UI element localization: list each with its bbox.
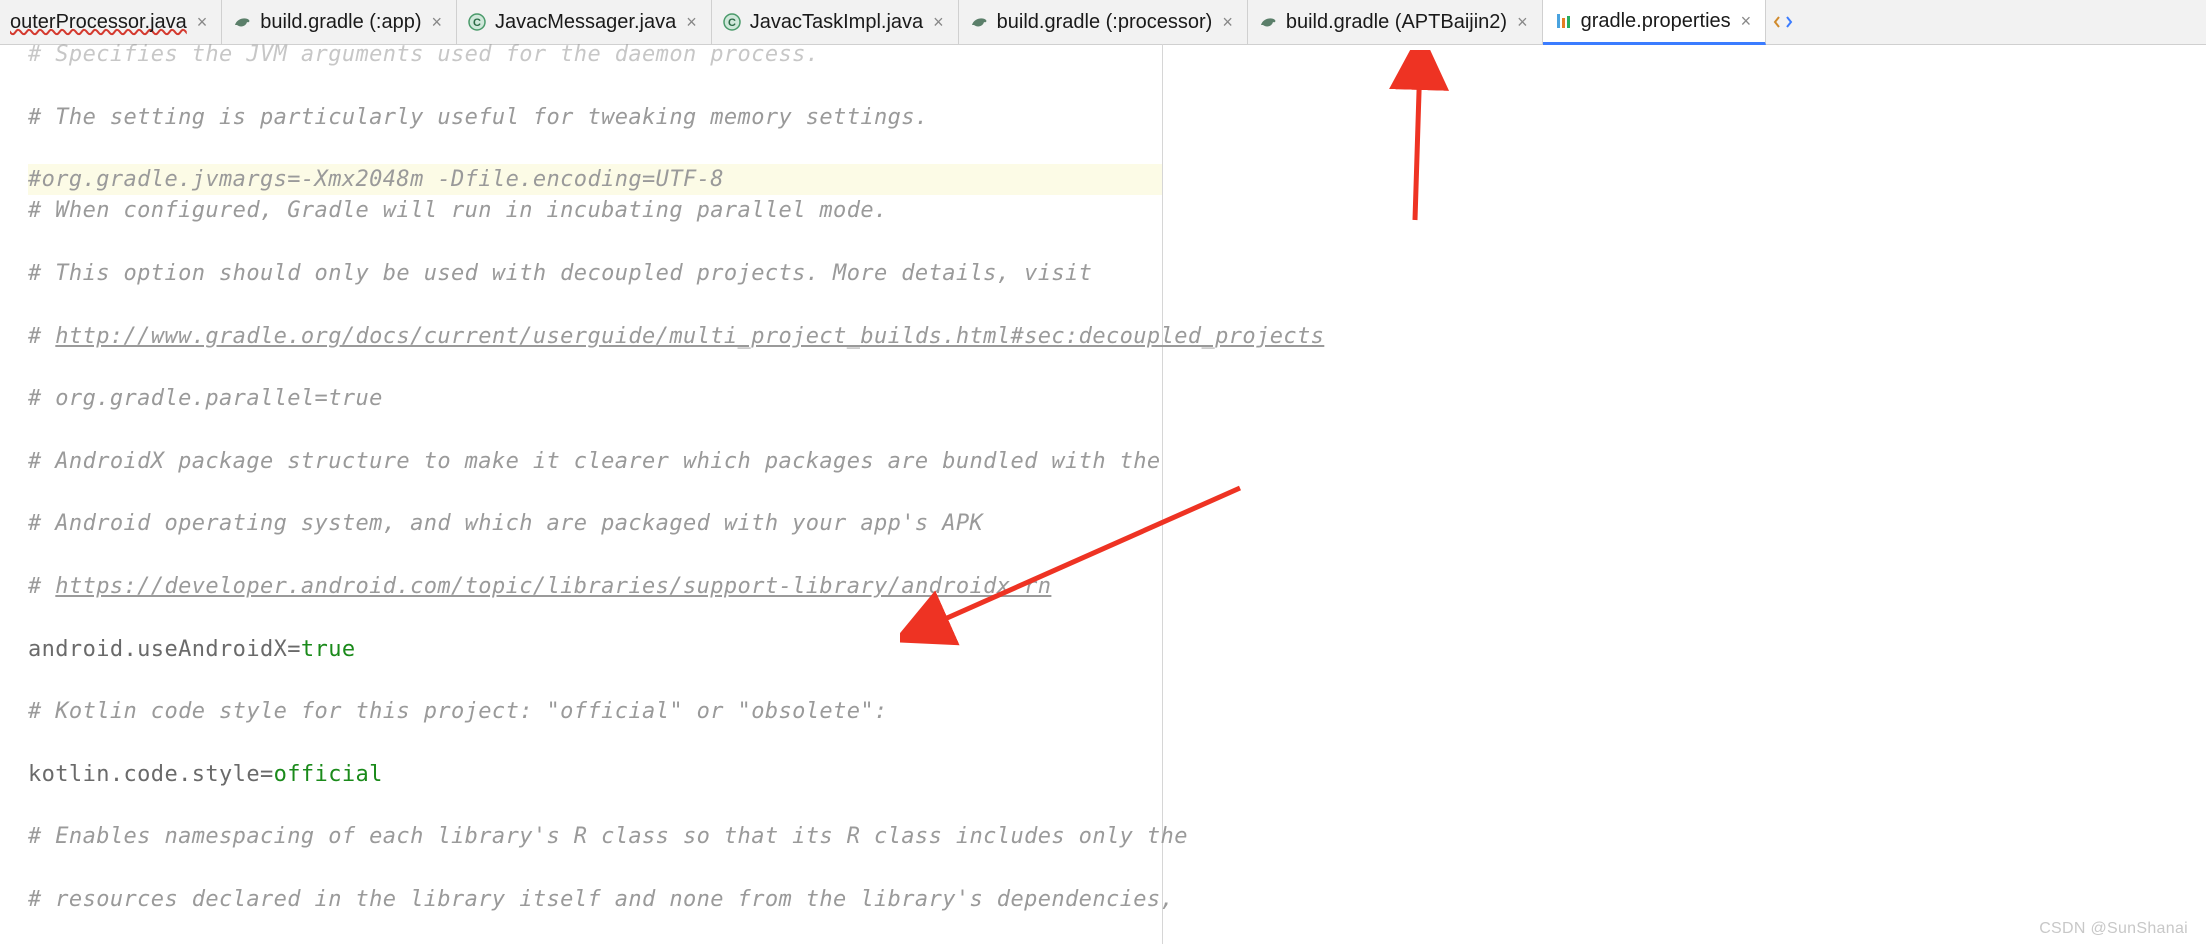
code-line: # Enables namespacing of each library's …	[28, 821, 1568, 852]
tab-label: outerProcessor.java	[10, 11, 187, 34]
code-content: # Specifies the JVM arguments used for t…	[28, 39, 1568, 944]
watermark: CSDN @SunShanai	[2039, 920, 2188, 938]
close-icon[interactable]: ×	[1517, 13, 1528, 31]
tab-label: build.gradle (:processor)	[997, 11, 1213, 34]
svg-text:C: C	[728, 17, 736, 29]
code-line: # When configured, Gradle will run in in…	[28, 195, 1568, 226]
code-line: # Android operating system, and which ar…	[28, 508, 1568, 539]
tab-build-gradle-app[interactable]: build.gradle (:app) ×	[222, 0, 457, 44]
close-icon[interactable]: ×	[432, 13, 443, 31]
tab-label: build.gradle (:app)	[260, 11, 421, 34]
tab-javactaskimpl[interactable]: C JavacTaskImpl.java ×	[712, 0, 959, 44]
tab-label: gradle.properties	[1581, 10, 1731, 33]
tab-javacmessager[interactable]: C JavacMessager.java ×	[457, 0, 712, 44]
tab-gradle-properties[interactable]: gradle.properties ×	[1543, 0, 1767, 45]
class-icon: C	[467, 12, 487, 32]
tab-label: build.gradle (APTBaijin2)	[1286, 11, 1507, 34]
close-icon[interactable]: ×	[1741, 12, 1752, 30]
code-line: # http://www.gradle.org/docs/current/use…	[28, 321, 1568, 352]
comment-url[interactable]: https://developer.android.com/topic/libr…	[55, 574, 1051, 599]
code-line: # org.gradle.parallel=true	[28, 383, 1568, 414]
properties-icon	[1553, 11, 1573, 31]
gradle-icon	[1258, 12, 1278, 32]
code-editor[interactable]: # Specifies the JVM arguments used for t…	[0, 39, 1568, 944]
code-line: kotlin.code.style=official	[28, 759, 1568, 790]
tab-build-gradle-processor[interactable]: build.gradle (:processor) ×	[959, 0, 1248, 44]
code-line: # Kotlin code style for this project: "o…	[28, 696, 1568, 727]
svg-text:C: C	[473, 17, 481, 29]
code-line: android.useAndroidX=true	[28, 634, 1568, 665]
code-line: # AndroidX package structure to make it …	[28, 446, 1568, 477]
code-line: # https://developer.android.com/topic/li…	[28, 571, 1568, 602]
close-icon[interactable]: ×	[933, 13, 944, 31]
tab-label: JavacMessager.java	[495, 11, 676, 34]
code-line: # The setting is particularly useful for…	[28, 102, 1568, 133]
tab-overflow-gutter[interactable]	[1766, 0, 1800, 44]
class-icon: C	[722, 12, 742, 32]
code-line: # resources declared in the library itse…	[28, 884, 1568, 915]
tab-build-gradle-aptbaijin2[interactable]: build.gradle (APTBaijin2) ×	[1248, 0, 1543, 44]
close-icon[interactable]: ×	[197, 13, 208, 31]
close-icon[interactable]: ×	[1222, 13, 1233, 31]
comment-url[interactable]: http://www.gradle.org/docs/current/userg…	[55, 324, 1324, 349]
close-icon[interactable]: ×	[686, 13, 697, 31]
gradle-icon	[969, 12, 989, 32]
tab-outerprocessor[interactable]: outerProcessor.java ×	[0, 0, 222, 44]
gradle-icon	[232, 12, 252, 32]
tab-label: JavacTaskImpl.java	[750, 11, 923, 34]
code-line: # This option should only be used with d…	[28, 258, 1568, 289]
code-icon	[1773, 12, 1793, 32]
code-line: #org.gradle.jvmargs=-Xmx2048m -Dfile.enc…	[28, 164, 1162, 195]
code-line: # Specifies the JVM arguments used for t…	[28, 39, 1568, 70]
